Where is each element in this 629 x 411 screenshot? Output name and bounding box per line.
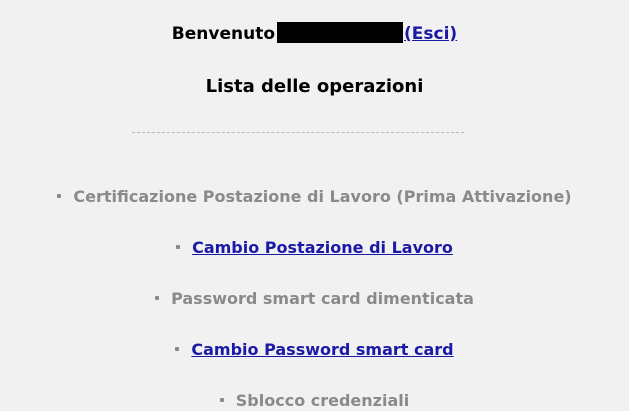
welcome-bar: Benvenuto (Esci) bbox=[0, 22, 629, 44]
bullet-icon bbox=[175, 347, 180, 351]
operation-label: Password smart card dimenticata bbox=[171, 289, 474, 308]
logout-link[interactable]: (Esci) bbox=[404, 24, 457, 44]
operation-item-sblocco-credenziali: Sblocco credenziali bbox=[0, 391, 629, 410]
operation-item-cambio-postazione: Cambio Postazione di Lavoro bbox=[0, 238, 629, 257]
bullet-icon bbox=[219, 398, 224, 402]
dashed-divider bbox=[132, 132, 464, 133]
bullet-icon bbox=[155, 296, 160, 300]
bullet-icon bbox=[57, 194, 62, 198]
redacted-username bbox=[277, 22, 404, 43]
operation-item-password-dimenticata: Password smart card dimenticata bbox=[0, 289, 629, 308]
welcome-label: Benvenuto bbox=[171, 24, 276, 44]
operations-page: Benvenuto (Esci) Lista delle operazioni C… bbox=[0, 0, 629, 411]
operation-label: Sblocco credenziali bbox=[235, 391, 410, 410]
operation-label: Certificazione Postazione di Lavoro (Pri… bbox=[73, 187, 572, 206]
operation-item-certificazione-postazione: Certificazione Postazione di Lavoro (Pri… bbox=[0, 187, 629, 206]
bullet-icon bbox=[176, 245, 181, 249]
cambio-postazione-link[interactable]: Cambio Postazione di Lavoro bbox=[192, 238, 453, 257]
page-title: Lista delle operazioni bbox=[205, 76, 424, 97]
operation-item-cambio-password: Cambio Password smart card bbox=[0, 340, 629, 359]
cambio-password-link[interactable]: Cambio Password smart card bbox=[191, 340, 453, 359]
